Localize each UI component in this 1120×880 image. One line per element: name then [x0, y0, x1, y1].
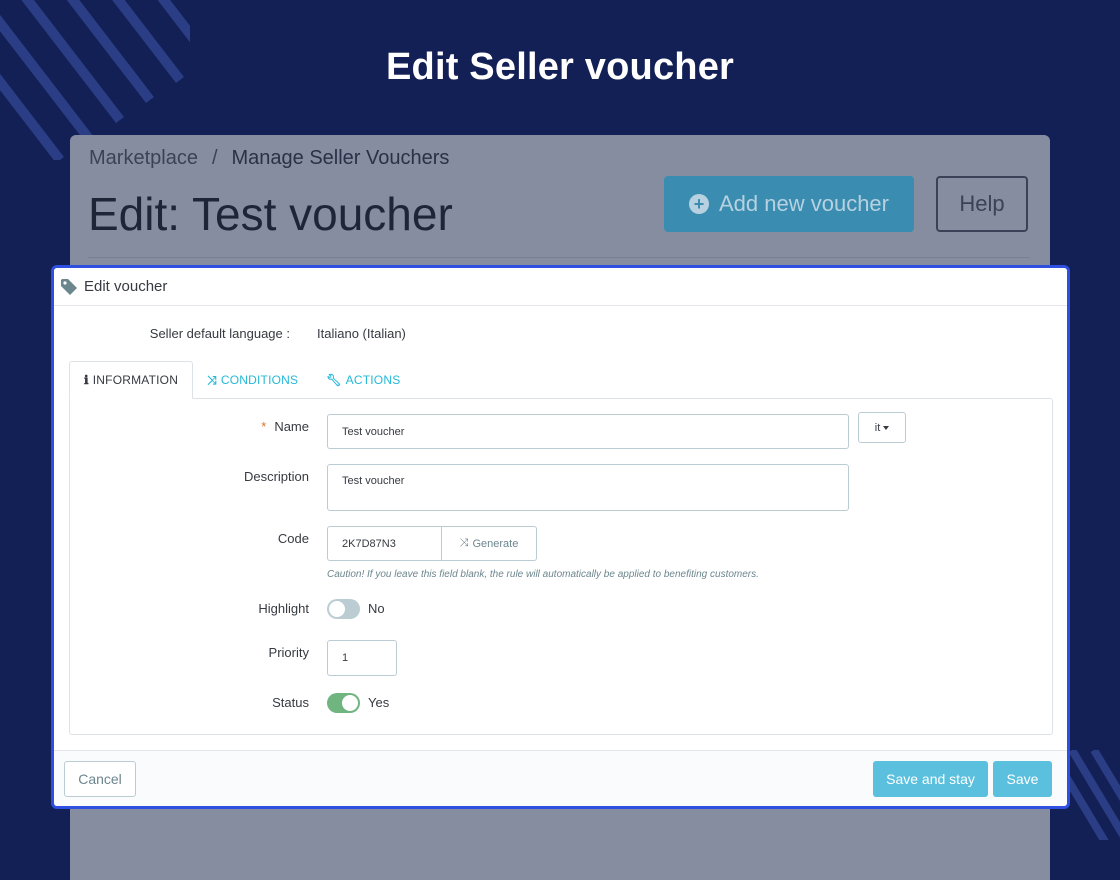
breadcrumb-root[interactable]: Marketplace: [89, 147, 198, 169]
description-textarea[interactable]: Test voucher: [327, 464, 849, 511]
breadcrumb-current[interactable]: Manage Seller Vouchers: [232, 147, 450, 169]
add-new-voucher-button[interactable]: + Add new voucher: [664, 176, 914, 232]
information-panel: * Name Test voucher it Description Test v…: [69, 398, 1053, 735]
tab-conditions-label: CONDITIONS: [220, 373, 299, 387]
dialog-title: Edit voucher: [84, 278, 168, 295]
language-code: it: [874, 421, 881, 434]
tab-actions[interactable]: 🔧︎ ACTIONS: [312, 361, 414, 399]
random-icon: ⤨: [459, 537, 469, 549]
tab-information[interactable]: ℹ INFORMATION: [69, 361, 194, 399]
tab-information-label: INFORMATION: [92, 373, 179, 387]
plus-circle-icon: +: [689, 194, 709, 214]
breadcrumb: Marketplace / Manage Seller Vouchers: [89, 147, 449, 170]
edit-voucher-dialog: Edit voucher Seller default language : I…: [51, 265, 1070, 809]
hero-title: Edit Seller voucher: [385, 46, 735, 88]
priority-input[interactable]: 1: [327, 640, 397, 676]
divider: [88, 257, 1030, 258]
highlight-label: Highlight: [258, 601, 309, 616]
caret-down-icon: [883, 425, 890, 430]
toggle-knob: [329, 601, 345, 617]
priority-label: Priority: [268, 645, 309, 660]
tab-bar: ℹ INFORMATION ⤨ CONDITIONS 🔧︎ ACTIONS: [69, 361, 414, 399]
wrench-icon: 🔧︎: [326, 373, 342, 387]
status-toggle[interactable]: [327, 693, 360, 713]
help-button[interactable]: Help: [936, 176, 1028, 232]
language-select-button[interactable]: it: [858, 412, 906, 443]
toggle-knob: [342, 695, 358, 711]
highlight-toggle[interactable]: [327, 599, 360, 619]
tab-actions-label: ACTIONS: [345, 373, 401, 387]
description-label: Description: [243, 469, 309, 484]
breadcrumb-separator: /: [211, 147, 218, 169]
highlight-value: No: [368, 601, 385, 616]
name-label: Name: [274, 419, 309, 434]
name-label-wrap: * Name: [261, 419, 309, 434]
tab-conditions[interactable]: ⤨ CONDITIONS: [193, 361, 312, 399]
dialog-footer: Cancel Save and stay Save: [54, 750, 1067, 806]
info-icon: ℹ: [84, 373, 89, 387]
seller-language-label: Seller default language :: [149, 326, 290, 341]
code-label: Code: [277, 531, 309, 546]
code-hint: Caution! If you leave this field blank, …: [327, 569, 759, 580]
status-value: Yes: [368, 695, 390, 710]
cancel-button[interactable]: Cancel: [64, 761, 136, 797]
status-label: Status: [272, 695, 309, 710]
random-icon: ⤨: [207, 372, 217, 387]
generate-label: Generate: [472, 537, 519, 550]
save-and-stay-button[interactable]: Save and stay: [873, 761, 988, 797]
save-button[interactable]: Save: [993, 761, 1052, 797]
page-title: Edit: Test voucher: [88, 188, 453, 240]
name-input[interactable]: Test voucher: [327, 414, 849, 449]
add-new-voucher-label: Add new voucher: [719, 191, 889, 216]
dialog-header: Edit voucher: [54, 268, 1067, 306]
code-input[interactable]: 2K7D87N3: [327, 526, 442, 561]
tag-icon: [61, 278, 77, 295]
generate-button[interactable]: ⤨ Generate: [442, 526, 537, 561]
seller-language-value: Italiano (Italian): [317, 326, 406, 341]
required-marker: *: [261, 419, 267, 434]
